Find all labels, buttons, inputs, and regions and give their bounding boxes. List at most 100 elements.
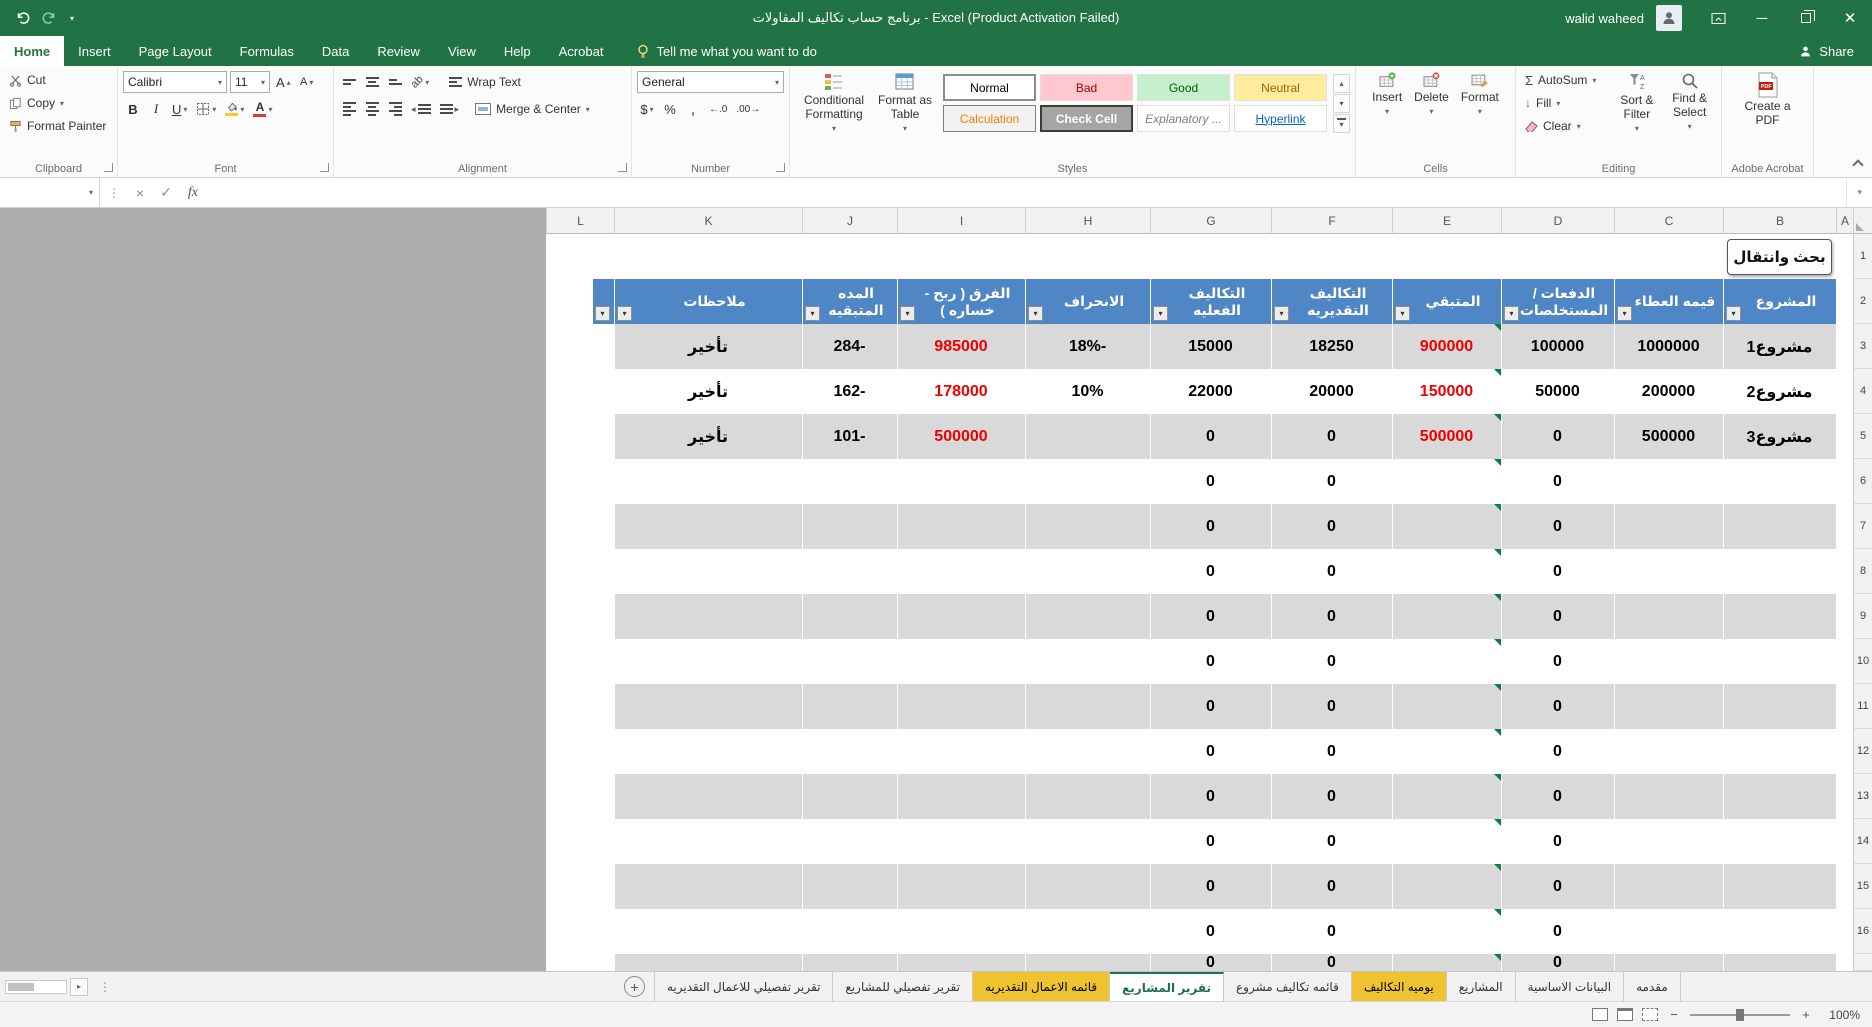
- cell-H3[interactable]: 18%-: [1025, 324, 1150, 369]
- cell-H17[interactable]: [1025, 954, 1150, 971]
- cell-K17[interactable]: [614, 954, 802, 971]
- cell-H15[interactable]: [1025, 864, 1150, 909]
- percent-style-button[interactable]: %: [660, 98, 680, 120]
- cell-A10[interactable]: [1836, 639, 1853, 684]
- column-header-G[interactable]: G: [1150, 208, 1271, 234]
- undo-button[interactable]: [14, 10, 30, 26]
- cell-H16[interactable]: [1025, 909, 1150, 954]
- table-header-H[interactable]: الانحراف ▾: [1025, 279, 1150, 324]
- ribbon-display-options-button[interactable]: [1696, 0, 1740, 36]
- cell-D4[interactable]: 50000: [1501, 369, 1614, 414]
- sort-filter-button[interactable]: AZ Sort & Filter ▾: [1611, 69, 1664, 160]
- cell-F14[interactable]: 0: [1271, 819, 1392, 864]
- cell-L14[interactable]: [546, 819, 614, 864]
- column-header-K[interactable]: K: [614, 208, 802, 234]
- cell-G5[interactable]: 0: [1150, 414, 1271, 459]
- cell-C1[interactable]: [1614, 234, 1723, 279]
- cell-F8[interactable]: 0: [1271, 549, 1392, 594]
- cell-L3[interactable]: [546, 324, 614, 369]
- cell-L7[interactable]: [546, 504, 614, 549]
- cell-J4[interactable]: 162-: [802, 369, 897, 414]
- table-header-G[interactable]: التكاليف الفعليه ▾: [1150, 279, 1271, 324]
- cell-C4[interactable]: 200000: [1614, 369, 1723, 414]
- cell-I3[interactable]: 985000: [897, 324, 1025, 369]
- fill-button[interactable]: ↓ Fill ▾: [1521, 92, 1611, 114]
- format-painter-button[interactable]: Format Painter: [5, 115, 112, 137]
- row-header-6[interactable]: 6: [1853, 459, 1872, 504]
- cell-I17[interactable]: [897, 954, 1025, 971]
- style-chip-link[interactable]: Hyperlink: [1234, 105, 1327, 132]
- cell-D9[interactable]: 0: [1501, 594, 1614, 639]
- cell-H11[interactable]: [1025, 684, 1150, 729]
- row-header-4[interactable]: 4: [1853, 369, 1872, 414]
- cell-G12[interactable]: 0: [1150, 729, 1271, 774]
- cell-G3[interactable]: 15000: [1150, 324, 1271, 369]
- row-header-17[interactable]: [1853, 954, 1872, 971]
- sheet-tab-2[interactable]: تقرير تفصيلي للمشاريع: [833, 972, 973, 1001]
- row-header-14[interactable]: 14: [1853, 819, 1872, 864]
- cell-E17[interactable]: [1392, 954, 1501, 971]
- cell-K12[interactable]: [614, 729, 802, 774]
- cell-L8[interactable]: [546, 549, 614, 594]
- cell-K15[interactable]: [614, 864, 802, 909]
- cell-D14[interactable]: 0: [1501, 819, 1614, 864]
- cell-C14[interactable]: [1614, 819, 1723, 864]
- cell-B6[interactable]: [1723, 459, 1836, 504]
- cell-J7[interactable]: [802, 504, 897, 549]
- cell-G10[interactable]: 0: [1150, 639, 1271, 684]
- page-layout-view-button[interactable]: [1617, 1008, 1633, 1021]
- column-header-D[interactable]: D: [1501, 208, 1614, 234]
- table-header-F[interactable]: التكاليف التقديريه ▾: [1271, 279, 1392, 324]
- row-header-5[interactable]: 5: [1853, 414, 1872, 459]
- align-left-button[interactable]: [339, 98, 359, 120]
- redo-button[interactable]: [42, 10, 58, 26]
- cell-I15[interactable]: [897, 864, 1025, 909]
- column-header-A[interactable]: A: [1836, 208, 1853, 234]
- cell-A8[interactable]: [1836, 549, 1853, 594]
- ribbon-tab-view[interactable]: View: [434, 36, 490, 66]
- cell-B9[interactable]: [1723, 594, 1836, 639]
- user-name[interactable]: walid waheed: [1565, 11, 1644, 26]
- cell-L10[interactable]: [546, 639, 614, 684]
- row-header-7[interactable]: 7: [1853, 504, 1872, 549]
- table-header-J[interactable]: المده المتبقيه ▾: [802, 279, 897, 324]
- cell-D1[interactable]: [1501, 234, 1614, 279]
- cell-F17[interactable]: 0: [1271, 954, 1392, 971]
- cell-C15[interactable]: [1614, 864, 1723, 909]
- sheet-tab-9[interactable]: مقدمه: [1624, 972, 1681, 1001]
- cell-B5[interactable]: مشروع3: [1723, 414, 1836, 459]
- name-box[interactable]: ▾: [0, 178, 100, 207]
- align-right-button[interactable]: [385, 98, 405, 120]
- filter-button-G[interactable]: ▾: [1153, 306, 1168, 321]
- center-button[interactable]: [362, 98, 382, 120]
- cell-E12[interactable]: [1392, 729, 1501, 774]
- cell-D8[interactable]: 0: [1501, 549, 1614, 594]
- style-chip-normal[interactable]: Normal: [943, 74, 1036, 101]
- cell-E11[interactable]: [1392, 684, 1501, 729]
- table-header-K[interactable]: ملاحظات ▾: [614, 279, 802, 324]
- cell-F5[interactable]: 0: [1271, 414, 1392, 459]
- cell-E8[interactable]: [1392, 549, 1501, 594]
- increase-font-button[interactable]: A ▴: [273, 71, 294, 93]
- cell-I4[interactable]: 178000: [897, 369, 1025, 414]
- cell-C12[interactable]: [1614, 729, 1723, 774]
- cell-B13[interactable]: [1723, 774, 1836, 819]
- cell-H14[interactable]: [1025, 819, 1150, 864]
- ribbon-tab-insert[interactable]: Insert: [64, 36, 125, 66]
- cell-K9[interactable]: [614, 594, 802, 639]
- page-break-view-button[interactable]: [1642, 1008, 1658, 1021]
- ribbon-tab-page-layout[interactable]: Page Layout: [125, 36, 226, 66]
- zoom-out-button[interactable]: −: [1667, 1007, 1681, 1022]
- cell-I14[interactable]: [897, 819, 1025, 864]
- cell-B1[interactable]: بحث وانتقال: [1723, 234, 1836, 279]
- cell-H6[interactable]: [1025, 459, 1150, 504]
- cell-E7[interactable]: [1392, 504, 1501, 549]
- cell-F4[interactable]: 20000: [1271, 369, 1392, 414]
- cell-H10[interactable]: [1025, 639, 1150, 684]
- cell-K7[interactable]: [614, 504, 802, 549]
- cell-K4[interactable]: تأخير: [614, 369, 802, 414]
- cell-D11[interactable]: 0: [1501, 684, 1614, 729]
- cell-D10[interactable]: 0: [1501, 639, 1614, 684]
- cell-A5[interactable]: [1836, 414, 1853, 459]
- cell-L13[interactable]: [546, 774, 614, 819]
